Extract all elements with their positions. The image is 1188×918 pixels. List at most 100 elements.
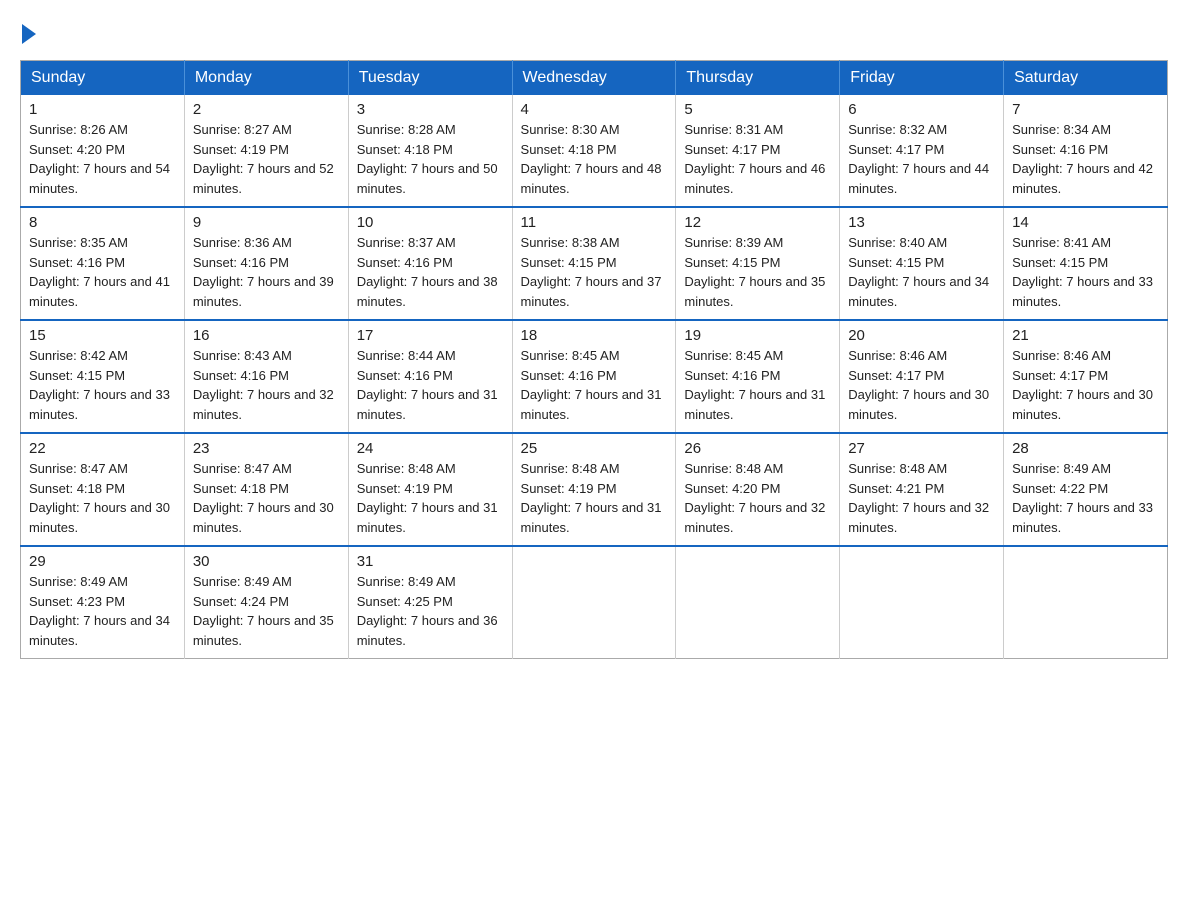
day-info: Sunrise: 8:31 AM Sunset: 4:17 PM Dayligh… xyxy=(684,120,831,198)
day-number: 7 xyxy=(1012,101,1159,118)
calendar-cell: 10 Sunrise: 8:37 AM Sunset: 4:16 PM Dayl… xyxy=(348,207,512,320)
day-number: 19 xyxy=(684,327,831,344)
calendar-cell: 28 Sunrise: 8:49 AM Sunset: 4:22 PM Dayl… xyxy=(1004,433,1168,546)
day-number: 10 xyxy=(357,214,504,231)
day-number: 16 xyxy=(193,327,340,344)
day-info: Sunrise: 8:45 AM Sunset: 4:16 PM Dayligh… xyxy=(684,346,831,424)
calendar-week-row: 29 Sunrise: 8:49 AM Sunset: 4:23 PM Dayl… xyxy=(21,546,1168,659)
day-info: Sunrise: 8:39 AM Sunset: 4:15 PM Dayligh… xyxy=(684,233,831,311)
day-info: Sunrise: 8:37 AM Sunset: 4:16 PM Dayligh… xyxy=(357,233,504,311)
day-info: Sunrise: 8:40 AM Sunset: 4:15 PM Dayligh… xyxy=(848,233,995,311)
day-number: 27 xyxy=(848,440,995,457)
calendar-week-row: 1 Sunrise: 8:26 AM Sunset: 4:20 PM Dayli… xyxy=(21,95,1168,207)
calendar-header-row: Sunday Monday Tuesday Wednesday Thursday… xyxy=(21,61,1168,96)
day-info: Sunrise: 8:43 AM Sunset: 4:16 PM Dayligh… xyxy=(193,346,340,424)
header-tuesday: Tuesday xyxy=(348,61,512,96)
day-info: Sunrise: 8:34 AM Sunset: 4:16 PM Dayligh… xyxy=(1012,120,1159,198)
calendar-cell: 13 Sunrise: 8:40 AM Sunset: 4:15 PM Dayl… xyxy=(840,207,1004,320)
day-info: Sunrise: 8:48 AM Sunset: 4:21 PM Dayligh… xyxy=(848,459,995,537)
day-number: 3 xyxy=(357,101,504,118)
calendar-cell xyxy=(676,546,840,659)
calendar-cell: 12 Sunrise: 8:39 AM Sunset: 4:15 PM Dayl… xyxy=(676,207,840,320)
header-friday: Friday xyxy=(840,61,1004,96)
day-info: Sunrise: 8:46 AM Sunset: 4:17 PM Dayligh… xyxy=(848,346,995,424)
day-number: 14 xyxy=(1012,214,1159,231)
day-info: Sunrise: 8:41 AM Sunset: 4:15 PM Dayligh… xyxy=(1012,233,1159,311)
calendar-cell: 9 Sunrise: 8:36 AM Sunset: 4:16 PM Dayli… xyxy=(184,207,348,320)
calendar-cell: 30 Sunrise: 8:49 AM Sunset: 4:24 PM Dayl… xyxy=(184,546,348,659)
calendar-cell: 27 Sunrise: 8:48 AM Sunset: 4:21 PM Dayl… xyxy=(840,433,1004,546)
day-info: Sunrise: 8:49 AM Sunset: 4:25 PM Dayligh… xyxy=(357,572,504,650)
header-monday: Monday xyxy=(184,61,348,96)
day-info: Sunrise: 8:48 AM Sunset: 4:19 PM Dayligh… xyxy=(521,459,668,537)
calendar-cell: 3 Sunrise: 8:28 AM Sunset: 4:18 PM Dayli… xyxy=(348,95,512,207)
page-header xyxy=(20,20,1168,44)
day-number: 21 xyxy=(1012,327,1159,344)
day-info: Sunrise: 8:26 AM Sunset: 4:20 PM Dayligh… xyxy=(29,120,176,198)
calendar-cell: 19 Sunrise: 8:45 AM Sunset: 4:16 PM Dayl… xyxy=(676,320,840,433)
calendar-cell: 20 Sunrise: 8:46 AM Sunset: 4:17 PM Dayl… xyxy=(840,320,1004,433)
day-info: Sunrise: 8:45 AM Sunset: 4:16 PM Dayligh… xyxy=(521,346,668,424)
day-info: Sunrise: 8:49 AM Sunset: 4:23 PM Dayligh… xyxy=(29,572,176,650)
calendar-cell: 29 Sunrise: 8:49 AM Sunset: 4:23 PM Dayl… xyxy=(21,546,185,659)
calendar-week-row: 8 Sunrise: 8:35 AM Sunset: 4:16 PM Dayli… xyxy=(21,207,1168,320)
calendar-cell: 1 Sunrise: 8:26 AM Sunset: 4:20 PM Dayli… xyxy=(21,95,185,207)
day-info: Sunrise: 8:47 AM Sunset: 4:18 PM Dayligh… xyxy=(193,459,340,537)
calendar-cell: 14 Sunrise: 8:41 AM Sunset: 4:15 PM Dayl… xyxy=(1004,207,1168,320)
day-info: Sunrise: 8:27 AM Sunset: 4:19 PM Dayligh… xyxy=(193,120,340,198)
calendar-table: Sunday Monday Tuesday Wednesday Thursday… xyxy=(20,60,1168,659)
day-number: 15 xyxy=(29,327,176,344)
day-info: Sunrise: 8:47 AM Sunset: 4:18 PM Dayligh… xyxy=(29,459,176,537)
calendar-cell: 8 Sunrise: 8:35 AM Sunset: 4:16 PM Dayli… xyxy=(21,207,185,320)
calendar-cell: 22 Sunrise: 8:47 AM Sunset: 4:18 PM Dayl… xyxy=(21,433,185,546)
day-info: Sunrise: 8:28 AM Sunset: 4:18 PM Dayligh… xyxy=(357,120,504,198)
day-info: Sunrise: 8:46 AM Sunset: 4:17 PM Dayligh… xyxy=(1012,346,1159,424)
day-info: Sunrise: 8:49 AM Sunset: 4:24 PM Dayligh… xyxy=(193,572,340,650)
day-number: 18 xyxy=(521,327,668,344)
calendar-week-row: 15 Sunrise: 8:42 AM Sunset: 4:15 PM Dayl… xyxy=(21,320,1168,433)
day-info: Sunrise: 8:30 AM Sunset: 4:18 PM Dayligh… xyxy=(521,120,668,198)
calendar-cell: 11 Sunrise: 8:38 AM Sunset: 4:15 PM Dayl… xyxy=(512,207,676,320)
calendar-cell: 26 Sunrise: 8:48 AM Sunset: 4:20 PM Dayl… xyxy=(676,433,840,546)
day-info: Sunrise: 8:38 AM Sunset: 4:15 PM Dayligh… xyxy=(521,233,668,311)
calendar-cell: 2 Sunrise: 8:27 AM Sunset: 4:19 PM Dayli… xyxy=(184,95,348,207)
day-number: 5 xyxy=(684,101,831,118)
calendar-cell: 15 Sunrise: 8:42 AM Sunset: 4:15 PM Dayl… xyxy=(21,320,185,433)
day-info: Sunrise: 8:49 AM Sunset: 4:22 PM Dayligh… xyxy=(1012,459,1159,537)
day-number: 6 xyxy=(848,101,995,118)
logo-arrow-icon xyxy=(22,24,36,44)
day-number: 4 xyxy=(521,101,668,118)
calendar-cell: 24 Sunrise: 8:48 AM Sunset: 4:19 PM Dayl… xyxy=(348,433,512,546)
calendar-cell: 31 Sunrise: 8:49 AM Sunset: 4:25 PM Dayl… xyxy=(348,546,512,659)
day-number: 17 xyxy=(357,327,504,344)
calendar-cell: 7 Sunrise: 8:34 AM Sunset: 4:16 PM Dayli… xyxy=(1004,95,1168,207)
calendar-cell xyxy=(512,546,676,659)
calendar-cell: 17 Sunrise: 8:44 AM Sunset: 4:16 PM Dayl… xyxy=(348,320,512,433)
header-saturday: Saturday xyxy=(1004,61,1168,96)
day-info: Sunrise: 8:42 AM Sunset: 4:15 PM Dayligh… xyxy=(29,346,176,424)
day-number: 9 xyxy=(193,214,340,231)
calendar-cell: 23 Sunrise: 8:47 AM Sunset: 4:18 PM Dayl… xyxy=(184,433,348,546)
day-number: 12 xyxy=(684,214,831,231)
calendar-cell: 21 Sunrise: 8:46 AM Sunset: 4:17 PM Dayl… xyxy=(1004,320,1168,433)
calendar-cell: 16 Sunrise: 8:43 AM Sunset: 4:16 PM Dayl… xyxy=(184,320,348,433)
day-number: 30 xyxy=(193,553,340,570)
day-info: Sunrise: 8:36 AM Sunset: 4:16 PM Dayligh… xyxy=(193,233,340,311)
day-number: 1 xyxy=(29,101,176,118)
day-number: 20 xyxy=(848,327,995,344)
calendar-cell: 25 Sunrise: 8:48 AM Sunset: 4:19 PM Dayl… xyxy=(512,433,676,546)
day-number: 29 xyxy=(29,553,176,570)
day-number: 8 xyxy=(29,214,176,231)
day-number: 28 xyxy=(1012,440,1159,457)
day-number: 24 xyxy=(357,440,504,457)
calendar-cell xyxy=(840,546,1004,659)
calendar-cell: 6 Sunrise: 8:32 AM Sunset: 4:17 PM Dayli… xyxy=(840,95,1004,207)
calendar-cell xyxy=(1004,546,1168,659)
day-number: 13 xyxy=(848,214,995,231)
day-info: Sunrise: 8:32 AM Sunset: 4:17 PM Dayligh… xyxy=(848,120,995,198)
calendar-week-row: 22 Sunrise: 8:47 AM Sunset: 4:18 PM Dayl… xyxy=(21,433,1168,546)
header-wednesday: Wednesday xyxy=(512,61,676,96)
day-number: 11 xyxy=(521,214,668,231)
day-number: 2 xyxy=(193,101,340,118)
day-info: Sunrise: 8:44 AM Sunset: 4:16 PM Dayligh… xyxy=(357,346,504,424)
